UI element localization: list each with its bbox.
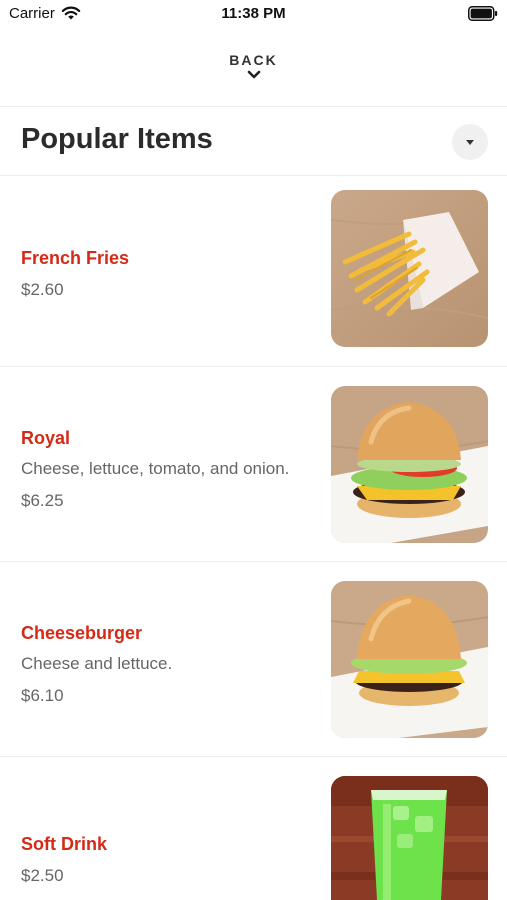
menu-item-cheeseburger[interactable]: Cheeseburger Cheese and lettuce. $6.10 bbox=[0, 562, 507, 756]
caret-down-icon bbox=[466, 139, 474, 145]
status-bar: Carrier 11:38 PM bbox=[0, 0, 507, 28]
cheeseburger-image bbox=[331, 581, 488, 738]
royal-burger-image bbox=[331, 386, 488, 543]
chevron-down-icon bbox=[247, 70, 260, 79]
item-description: Cheese and lettuce. bbox=[21, 654, 173, 673]
item-description: Cheese, lettuce, tomato, and onion. bbox=[21, 459, 290, 478]
item-price: $2.50 bbox=[21, 866, 64, 885]
header-divider bbox=[0, 106, 507, 107]
menu-item-french-fries[interactable]: French Fries $2.60 bbox=[0, 176, 507, 366]
french-fries-image bbox=[331, 190, 488, 347]
item-price: $2.60 bbox=[21, 280, 64, 299]
item-name: Cheeseburger bbox=[21, 623, 143, 643]
section-collapse-button[interactable] bbox=[452, 124, 488, 160]
battery-icon bbox=[468, 6, 498, 21]
back-label: BACK bbox=[229, 52, 278, 68]
menu-item-royal[interactable]: Royal Cheese, lettuce, tomato, and onion… bbox=[0, 367, 507, 561]
item-price: $6.25 bbox=[21, 491, 64, 510]
section-title: Popular Items bbox=[21, 123, 213, 155]
item-name: Royal bbox=[21, 428, 71, 448]
item-name: Soft Drink bbox=[21, 834, 108, 854]
clock: 11:38 PM bbox=[221, 5, 286, 22]
back-button[interactable]: BACK bbox=[0, 52, 507, 80]
menu-item-soft-drink[interactable]: Soft Drink $2.50 bbox=[0, 757, 507, 900]
item-price: $6.10 bbox=[21, 686, 64, 705]
soft-drink-image bbox=[331, 776, 488, 900]
item-name: French Fries bbox=[21, 248, 130, 268]
